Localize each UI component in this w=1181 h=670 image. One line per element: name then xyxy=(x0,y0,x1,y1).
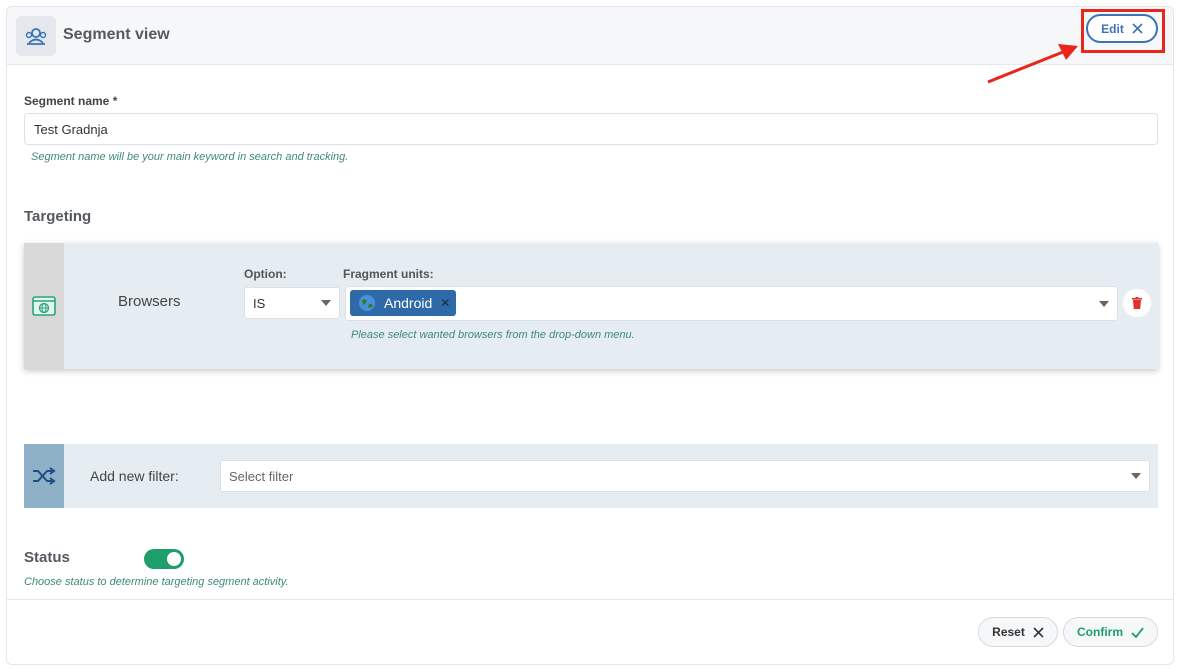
status-hint: Choose status to determine targeting seg… xyxy=(24,576,289,588)
check-icon xyxy=(1131,626,1144,638)
annotation-arrow-icon xyxy=(987,44,1078,84)
option-select[interactable]: IS xyxy=(244,287,340,319)
targeting-title: Targeting xyxy=(24,208,92,225)
rule-name: Browsers xyxy=(118,293,181,310)
filter-select[interactable]: Select filter xyxy=(220,460,1150,492)
fragment-units-select[interactable]: Android ✕ xyxy=(345,286,1118,321)
reset-button-label: Reset xyxy=(992,625,1025,639)
segment-name-hint: Segment name will be your main keyword i… xyxy=(31,151,349,163)
confirm-button-label: Confirm xyxy=(1077,625,1123,639)
fragment-units-hint: Please select wanted browsers from the d… xyxy=(351,329,635,341)
add-filter-label: Add new filter: xyxy=(90,468,179,484)
close-icon xyxy=(1033,626,1044,638)
fragment-chip: Android ✕ xyxy=(350,290,457,316)
option-value: IS xyxy=(253,295,266,311)
toggle-knob xyxy=(167,552,181,566)
footer-divider xyxy=(7,599,1173,600)
status-label: Status xyxy=(24,549,70,566)
page-title: Segment view xyxy=(63,26,170,43)
chevron-down-icon xyxy=(1131,473,1141,479)
fragment-units-label: Fragment units: xyxy=(343,267,434,281)
fragment-chip-label: Android xyxy=(384,295,433,311)
shuffle-icon xyxy=(24,444,64,508)
targeting-rule-browsers: Browsers Option: IS Fragment units: Andr… xyxy=(24,243,1158,369)
chevron-down-icon xyxy=(1099,300,1109,307)
confirm-button[interactable]: Confirm xyxy=(1063,617,1158,647)
segment-name-field[interactable]: Test Gradnja xyxy=(24,113,1158,145)
status-toggle[interactable] xyxy=(144,549,184,569)
globe-icon xyxy=(359,295,375,311)
reset-button[interactable]: Reset xyxy=(978,617,1058,647)
option-label: Option: xyxy=(244,267,287,281)
segment-name-label: Segment name * xyxy=(24,94,118,108)
chevron-down-icon xyxy=(321,300,331,306)
add-filter-row: Add new filter: Select filter xyxy=(24,444,1158,508)
chip-remove-icon[interactable]: ✕ xyxy=(440,296,450,310)
segment-users-icon xyxy=(16,16,56,56)
trash-icon xyxy=(1132,297,1142,309)
browser-window-icon xyxy=(24,243,64,369)
filter-select-placeholder: Select filter xyxy=(229,468,294,484)
annotation-highlight-box xyxy=(1081,9,1165,53)
segment-view-card: Segment view Segment name * Test Gradnja… xyxy=(6,6,1174,665)
delete-rule-button[interactable] xyxy=(1122,288,1152,318)
